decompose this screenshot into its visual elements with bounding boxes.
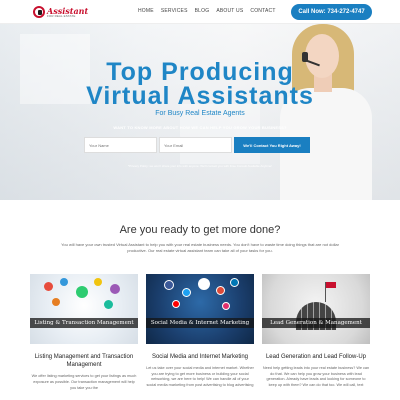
- call-now-button[interactable]: Call Now: 734-272-4747: [291, 4, 372, 20]
- card-heading: Listing Management and Transaction Manag…: [34, 354, 134, 369]
- card-image-label: Listing & Transaction Management: [30, 318, 138, 328]
- section-description: You will have your own trusted Virtual A…: [61, 242, 339, 253]
- chart-icon: [110, 284, 120, 294]
- site-header: Assistant FOR REAL ESTATE HOME SERVICES …: [0, 0, 400, 24]
- globe-icon: [198, 278, 210, 290]
- card-image-label: Social Media & Internet Marketing: [146, 318, 254, 328]
- submit-button[interactable]: We'll Contact You Right Away!: [234, 137, 310, 153]
- key-icon: [60, 278, 68, 286]
- section-title: Are you ready to get more done?: [119, 224, 281, 236]
- house-icon: [44, 282, 53, 291]
- site-logo[interactable]: Assistant FOR REAL ESTATE: [33, 4, 88, 20]
- main-nav: HOME SERVICES BLOG ABOUT US CONTACT: [138, 8, 276, 14]
- logo-subtext: FOR REAL ESTATE: [47, 13, 76, 18]
- nav-about-us[interactable]: ABOUT US: [216, 8, 243, 14]
- card-image-listing: Listing & Transaction Management: [30, 274, 138, 344]
- service-card[interactable]: Social Media & Internet Marketing Social…: [146, 274, 254, 391]
- linkedin-icon: [230, 278, 239, 287]
- card-text: Need help getting leads into your real e…: [262, 366, 370, 388]
- hero-banner: Top Producing Virtual Assistants For Bus…: [0, 24, 400, 200]
- hero-subtitle: For Busy Real Estate Agents: [155, 110, 245, 117]
- logo-icon: [33, 6, 45, 18]
- card-image-label: Lead Generation & Management: [262, 318, 370, 328]
- nav-contact[interactable]: CONTACT: [250, 8, 275, 14]
- contact-form: We'll Contact You Right Away!: [84, 137, 312, 155]
- email-input[interactable]: [159, 137, 232, 153]
- facebook-icon: [164, 280, 174, 290]
- google-plus-icon: [216, 286, 225, 295]
- card-text: We offer listing marketing services to g…: [31, 374, 137, 390]
- privacy-disclaimer: *Privacy Policy: we won't share your inf…: [127, 164, 273, 168]
- youtube-icon: [172, 300, 180, 308]
- mail-icon: [104, 300, 113, 309]
- globe-icon: [76, 286, 88, 298]
- hero-cta-text: WANT TO KNOW MORE ABOUT HOW WE CAN HELP …: [113, 125, 287, 130]
- service-card[interactable]: Lead Generation & Management Lead Genera…: [262, 274, 370, 391]
- card-heading: Social Media and Internet Marketing: [151, 354, 249, 360]
- instagram-icon: [222, 302, 230, 310]
- phone-icon: [52, 298, 60, 306]
- twitter-icon: [182, 288, 191, 297]
- card-heading: Lead Generation and Lead Follow-Up: [265, 354, 367, 360]
- card-text: Let us take over your social media and i…: [146, 366, 254, 388]
- nav-services[interactable]: SERVICES: [161, 8, 188, 14]
- hero-title-line2: Virtual Assistants: [86, 82, 314, 110]
- flag-icon: [326, 282, 336, 288]
- card-image-leads: Lead Generation & Management: [262, 274, 370, 344]
- service-card[interactable]: Listing & Transaction Management Listing…: [30, 274, 138, 391]
- nav-blog[interactable]: BLOG: [195, 8, 210, 14]
- service-cards: Listing & Transaction Management Listing…: [30, 274, 370, 391]
- dollar-icon: [94, 278, 102, 286]
- nav-home[interactable]: HOME: [138, 8, 154, 14]
- name-input[interactable]: [84, 137, 157, 153]
- card-image-social: Social Media & Internet Marketing: [146, 274, 254, 344]
